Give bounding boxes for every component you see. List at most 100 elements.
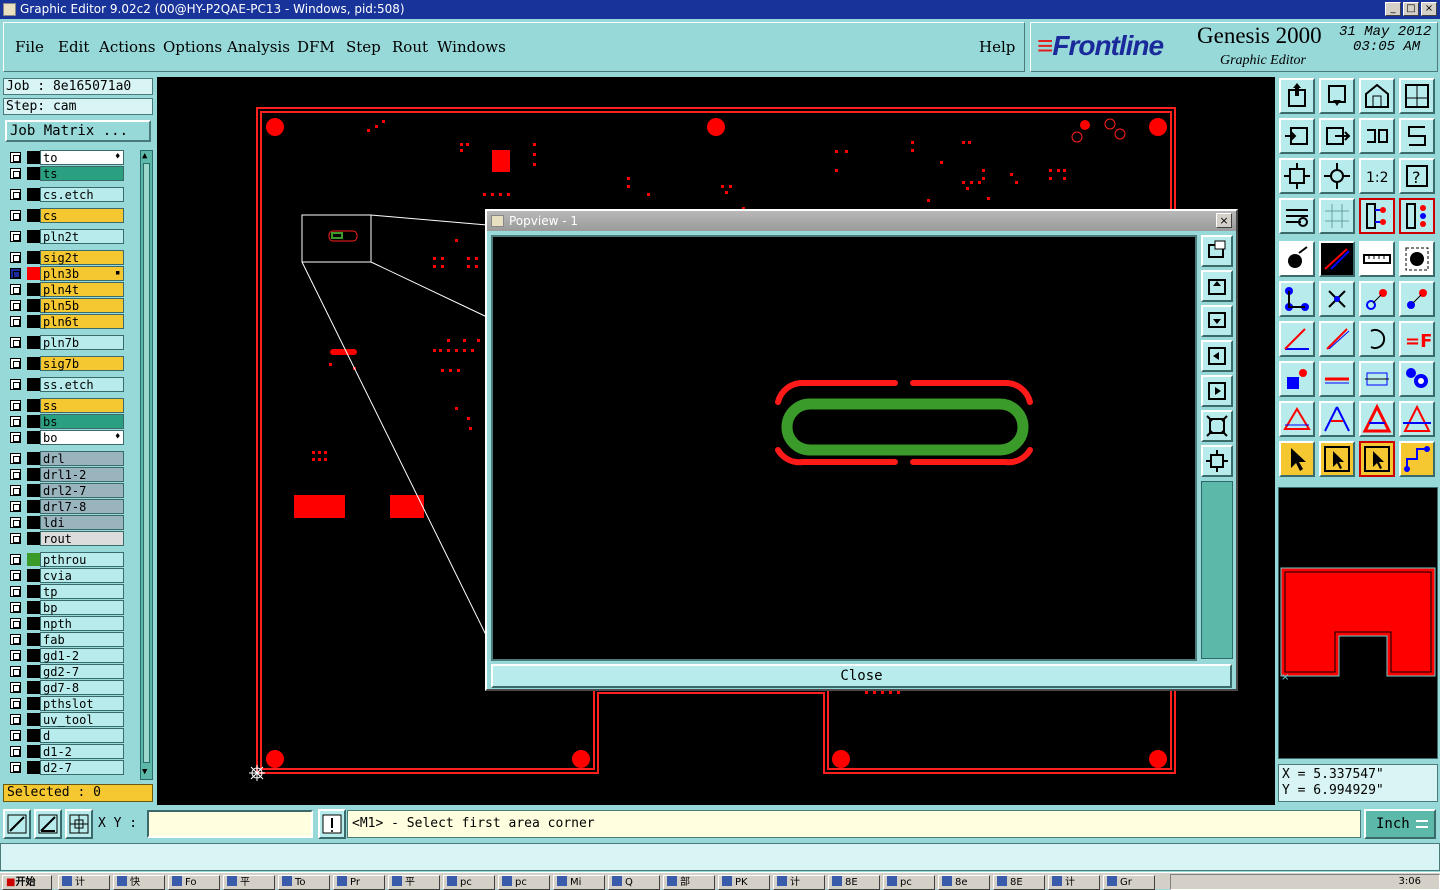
save-job-icon[interactable] [1319,78,1355,114]
layer-row-pln6t[interactable]: pln6t [5,314,129,329]
layer-color-swatch[interactable] [27,431,40,444]
layer-list-scrollbar[interactable]: ▲ ▼ [140,150,153,780]
layer-name[interactable]: pln2t [40,229,124,244]
route-path-icon[interactable] [1399,441,1435,477]
layer-row-pln5b[interactable]: pln5b [5,298,129,313]
layer-row-tp[interactable]: tp [5,584,129,599]
layer-row-gd2-7[interactable]: gd2-7 [5,664,129,679]
layer-color-swatch[interactable] [27,151,40,164]
diagonal-line-icon[interactable] [1319,321,1355,357]
layer-row-ss[interactable]: ss [5,398,129,413]
triangle-outline-icon[interactable] [1279,401,1315,437]
cluster-select-icon[interactable] [1399,361,1435,397]
layer-color-swatch[interactable] [27,267,40,280]
select-region-icon[interactable] [1399,241,1435,277]
export-icon[interactable] [1319,118,1355,154]
layer-name[interactable]: sig2t [40,250,124,265]
layer-color-swatch[interactable] [27,697,40,710]
move-feature-icon[interactable] [1359,281,1395,317]
layer-name[interactable]: pln5b [40,298,124,313]
layer-row-drl2-7[interactable]: drl2-7 [5,483,129,498]
taskbar-item[interactable]: 8E [828,875,880,890]
zoom-center-icon[interactable] [1319,158,1355,194]
layer-checkbox[interactable] [10,762,21,773]
layer-name[interactable]: ss [40,398,124,413]
layer-name[interactable]: cs.etch [40,187,124,202]
taskbar-item[interactable]: 8e [938,875,990,890]
layer-color-swatch[interactable] [27,761,40,774]
layer-name[interactable]: drl2-7 [40,483,124,498]
layer-name[interactable]: fab [40,632,124,647]
delete-feature-icon[interactable] [1319,281,1355,317]
layer-name[interactable]: ldi [40,515,124,530]
mirror-icon[interactable] [1359,118,1395,154]
layer-name[interactable]: to [40,150,124,165]
popview-zoom-out-button[interactable] [1201,445,1233,477]
layer-color-swatch[interactable] [27,729,40,742]
layer-name[interactable]: gd2-7 [40,664,124,679]
taskbar-item[interactable]: PK [718,875,770,890]
popview-zoom-home-button[interactable] [1201,235,1233,267]
layer-color-swatch[interactable] [27,532,40,545]
pad-snap-icon[interactable] [1279,361,1315,397]
layer-name[interactable]: bo [40,430,124,445]
layer-checkbox[interactable] [10,168,21,179]
layer-name[interactable]: bp [40,600,124,615]
layer-name[interactable]: drl1-2 [40,467,124,482]
layer-name[interactable]: pln6t [40,314,124,329]
snap-grid-icon[interactable] [65,809,93,839]
dimension-icon[interactable] [1359,361,1395,397]
measure-ruler-icon[interactable] [1359,241,1395,277]
layer-compare-icon[interactable] [1359,198,1395,234]
layer-row-uv-tool[interactable]: uv_tool [5,712,129,727]
popview-pan-right-button[interactable] [1201,375,1233,407]
layer-color-swatch[interactable] [27,484,40,497]
layer-checkbox[interactable] [10,517,21,528]
layer-color-swatch[interactable] [27,569,40,582]
layer-color-swatch[interactable] [27,665,40,678]
layer-row-npth[interactable]: npth [5,616,129,631]
triangle-fill-icon[interactable] [1359,401,1395,437]
popview-pan-up-button[interactable] [1201,270,1233,302]
layer-color-swatch[interactable] [27,468,40,481]
layer-name[interactable]: ss.etch [40,377,124,392]
snap-off-icon[interactable] [3,809,31,839]
pointer-select-icon[interactable] [1279,441,1315,477]
layer-row-drl7-8[interactable]: drl7-8 [5,499,129,514]
triangle-cross-icon[interactable] [1399,401,1435,437]
layer-name[interactable]: ts [40,166,124,181]
layer-row-fab[interactable]: fab [5,632,129,647]
layer-row-to[interactable]: to ♦ [5,150,129,165]
menu-windows[interactable]: Windows [437,38,506,56]
taskbar-item[interactable]: 计 [773,875,825,890]
layer-color-swatch[interactable] [27,209,40,222]
layer-checkbox[interactable] [10,634,21,645]
settings-icon[interactable] [1279,198,1315,234]
layer-color-swatch[interactable] [27,500,40,513]
menu-file[interactable]: File [15,38,44,56]
taskbar-item[interactable]: Pr [333,875,385,890]
grid-icon[interactable] [1319,198,1355,234]
taskbar-item[interactable]: Gr [1103,875,1155,890]
units-selector[interactable]: Inch [1364,809,1436,839]
layer-color-swatch[interactable] [27,167,40,180]
layer-checkbox[interactable] [10,586,21,597]
zoom-fit-icon[interactable] [1279,158,1315,194]
layer-checkbox[interactable] [10,469,21,480]
menu-dfm[interactable]: DFM [297,38,335,56]
layer-checkbox[interactable] [10,400,21,411]
layer-color-swatch[interactable] [27,617,40,630]
taskbar-item[interactable]: Fo [168,875,220,890]
layer-name[interactable]: gd7-8 [40,680,124,695]
layer-name[interactable]: pln7b [40,335,124,350]
layer-checkbox[interactable] [10,650,21,661]
taskbar-item[interactable]: 平 [223,875,275,890]
layer-name[interactable]: tp [40,584,124,599]
split-view-icon[interactable] [1399,78,1435,114]
layer-checkbox[interactable] [10,358,21,369]
layer-name[interactable]: rout [40,531,124,546]
taskbar-item[interactable]: pc [443,875,495,890]
layer-checkbox[interactable] [10,485,21,496]
layer-checkbox[interactable] [10,501,21,512]
copy-feature-icon[interactable] [1399,281,1435,317]
